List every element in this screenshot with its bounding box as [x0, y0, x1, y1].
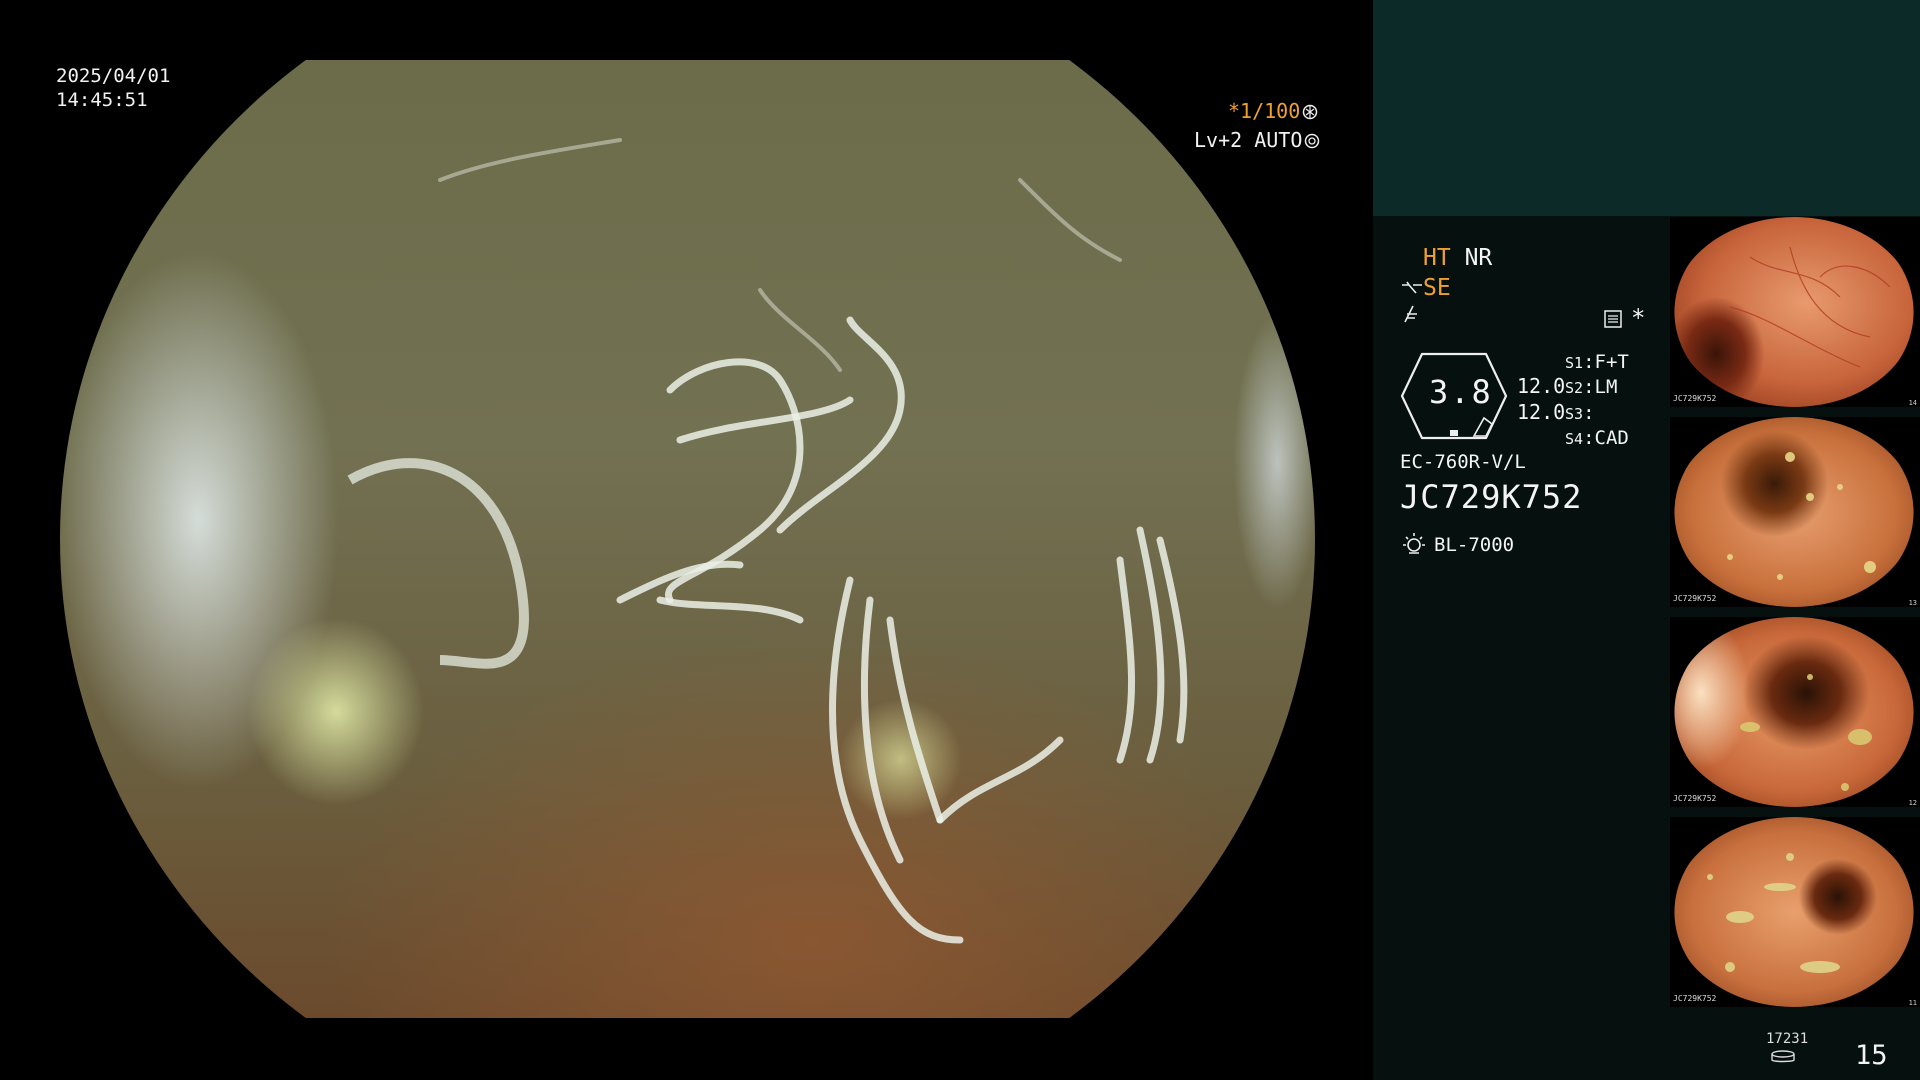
switch-4-label: S4 — [1565, 430, 1584, 448]
scope-serial: JC729K752 — [1400, 478, 1583, 516]
thumbnail-1-number: 14 — [1908, 399, 1917, 407]
ht-nr-indicator: HT NR — [1423, 244, 1492, 272]
brightness-level-value: Lv+2 AUTO — [1194, 128, 1303, 152]
thumbnail-2[interactable]: JC729K752 13 — [1670, 417, 1920, 607]
thumbnail-1-label: JC729K752 — [1673, 394, 1717, 403]
date-display: 2025/04/01 — [56, 65, 171, 87]
panel-header-area — [1373, 0, 1920, 216]
ht-label: HT — [1423, 245, 1451, 271]
capture-star: * — [1631, 304, 1646, 332]
aperture-icon — [1303, 104, 1318, 120]
shutter-speed-value: *1/100 — [1228, 99, 1301, 123]
switch-2-label: S2 — [1565, 379, 1584, 397]
switch-4-value: :CAD — [1583, 427, 1629, 449]
debris-pattern — [1727, 452, 1876, 580]
mucus-strands-drawing — [347, 138, 1188, 944]
auto-iris-icon — [1305, 133, 1320, 149]
image-counter: 17231 — [1766, 1031, 1809, 1047]
switch-3-label: S3 — [1565, 405, 1584, 423]
shutter-speed: *1/100 — [1228, 99, 1318, 123]
capture-indicator: * — [1603, 304, 1645, 332]
debris-pattern — [1740, 674, 1872, 791]
value-2: 12.0 — [1517, 400, 1566, 424]
structure-enhance-icon — [1402, 281, 1422, 294]
se-label: SE — [1423, 275, 1451, 301]
vessel-pattern — [1729, 246, 1891, 368]
thumbnail-2-label: JC729K752 — [1673, 594, 1717, 603]
switch-2-value: :LM — [1583, 376, 1618, 398]
light-source-label: BL-7000 — [1434, 534, 1515, 556]
debris-pattern — [1707, 853, 1840, 973]
switch-4-setting: S4:CAD — [1565, 424, 1629, 453]
color-enhance-icon — [1404, 305, 1417, 323]
endoscope-main-view: 2025/04/01 14:45:51 *1/100 Lv+2 AUTO — [0, 0, 1373, 1080]
time-display: 14:45:51 — [56, 89, 148, 111]
thumbnail-4[interactable]: JC729K752 11 — [1670, 817, 1920, 1007]
nr-label: NR — [1464, 245, 1493, 271]
light-source: BL-7000 — [1400, 531, 1514, 559]
gauge-value: 3.8 — [1429, 373, 1493, 411]
scope-model: EC-760R-V/L — [1400, 451, 1526, 473]
switch-2-setting: S2:LM — [1565, 373, 1617, 402]
thumbnail-4-label: JC729K752 — [1673, 994, 1717, 1003]
endoscopic-image — [60, 60, 1315, 1018]
brightness-level: Lv+2 AUTO — [1194, 128, 1320, 152]
storage-icon — [1771, 1050, 1795, 1063]
thumbnail-3-number: 12 — [1908, 799, 1917, 807]
switch-3-value: : — [1583, 402, 1595, 424]
switch-1-value: :F+T — [1583, 351, 1629, 373]
thumbnail-2-number: 13 — [1908, 599, 1917, 607]
page-number: 15 — [1855, 1040, 1888, 1071]
thumbnail-4-number: 11 — [1908, 999, 1917, 1007]
thumbnail-3-label: JC729K752 — [1673, 794, 1717, 803]
light-source-icon — [1403, 533, 1425, 554]
color-mode-indicator — [1401, 304, 1421, 332]
thumbnail-3[interactable]: JC729K752 12 — [1670, 617, 1920, 807]
record-settings-icon — [1604, 310, 1622, 328]
captured-thumbnails: JC729K752 14 JC729K752 13 JC729K752 12 J… — [1670, 217, 1920, 1017]
thumbnail-1[interactable]: JC729K752 14 — [1670, 217, 1920, 407]
se-indicator: SE — [1401, 274, 1451, 302]
value-1: 12.0 — [1517, 374, 1566, 398]
switch-1-label: S1 — [1565, 354, 1584, 372]
